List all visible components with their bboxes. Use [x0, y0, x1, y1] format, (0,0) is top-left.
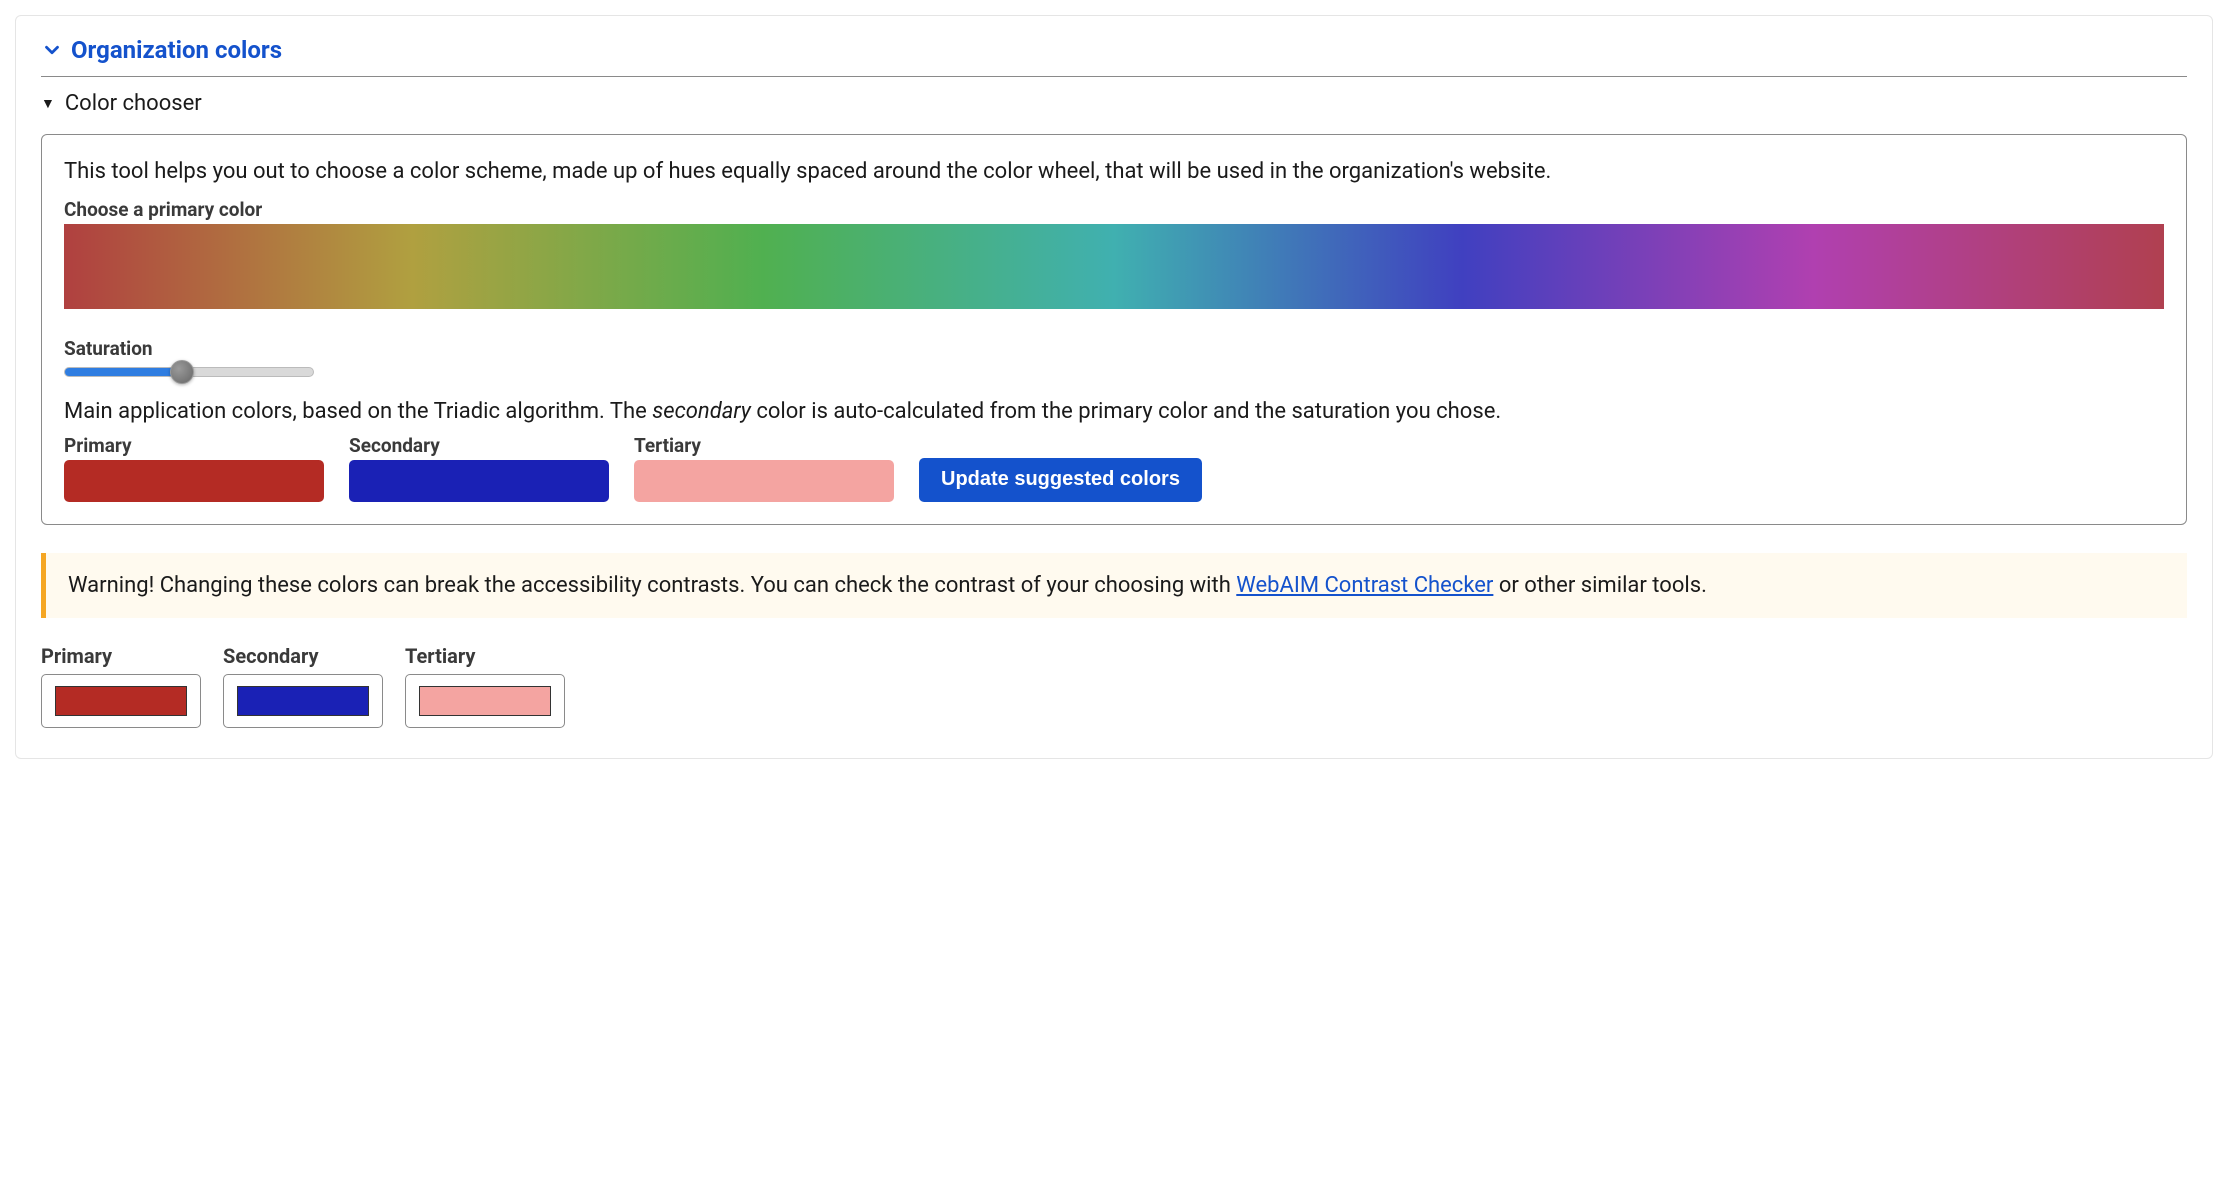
final-swatch-secondary-inner — [237, 686, 369, 716]
divider — [41, 76, 2187, 77]
algo-text-em: secondary — [652, 399, 751, 424]
final-swatch-secondary[interactable] — [223, 674, 383, 728]
final-label-primary: Primary — [41, 644, 201, 668]
algo-text-pre: Main application colors, based on the Tr… — [64, 399, 652, 424]
algo-text-post: color is auto-calculated from the primar… — [751, 399, 1501, 424]
color-chooser-box: This tool helps you out to choose a colo… — [41, 134, 2187, 525]
subsection-title: Color chooser — [65, 91, 202, 116]
update-suggested-colors-button[interactable]: Update suggested colors — [919, 458, 1202, 502]
chevron-down-icon — [41, 39, 63, 61]
swatch-tertiary — [634, 460, 894, 502]
algorithm-description: Main application colors, based on the Tr… — [64, 397, 2164, 428]
final-swatches-row: Primary Secondary Tertiary — [41, 644, 2187, 728]
saturation-label: Saturation — [64, 337, 2164, 360]
primary-color-label: Choose a primary color — [64, 198, 2164, 221]
warning-text-post: or other similar tools. — [1493, 573, 1707, 598]
triangle-down-icon: ▼ — [41, 95, 55, 112]
organization-colors-panel: Organization colors ▼ Color chooser This… — [15, 15, 2213, 759]
final-label-tertiary: Tertiary — [405, 644, 565, 668]
intro-text: This tool helps you out to choose a colo… — [64, 157, 2164, 188]
saturation-slider[interactable] — [64, 367, 314, 377]
swatch-label-tertiary: Tertiary — [634, 434, 894, 457]
swatch-primary — [64, 460, 324, 502]
swatch-secondary — [349, 460, 609, 502]
warning-text-pre: Warning! Changing these colors can break… — [68, 573, 1236, 598]
subsection-toggle-color-chooser[interactable]: ▼ Color chooser — [41, 91, 2187, 116]
final-swatch-primary[interactable] — [41, 674, 201, 728]
final-swatch-primary-inner — [55, 686, 187, 716]
swatch-label-secondary: Secondary — [349, 434, 609, 457]
section-title: Organization colors — [71, 36, 282, 64]
hue-gradient-picker[interactable] — [64, 224, 2164, 309]
final-label-secondary: Secondary — [223, 644, 383, 668]
suggested-swatches-row: Primary Secondary Tertiary Update sugges… — [64, 434, 2164, 502]
final-swatch-tertiary[interactable] — [405, 674, 565, 728]
warning-callout: Warning! Changing these colors can break… — [41, 553, 2187, 618]
section-toggle-organization-colors[interactable]: Organization colors — [41, 36, 2187, 76]
swatch-label-primary: Primary — [64, 434, 324, 457]
webaim-link[interactable]: WebAIM Contrast Checker — [1236, 573, 1493, 598]
final-swatch-tertiary-inner — [419, 686, 551, 716]
